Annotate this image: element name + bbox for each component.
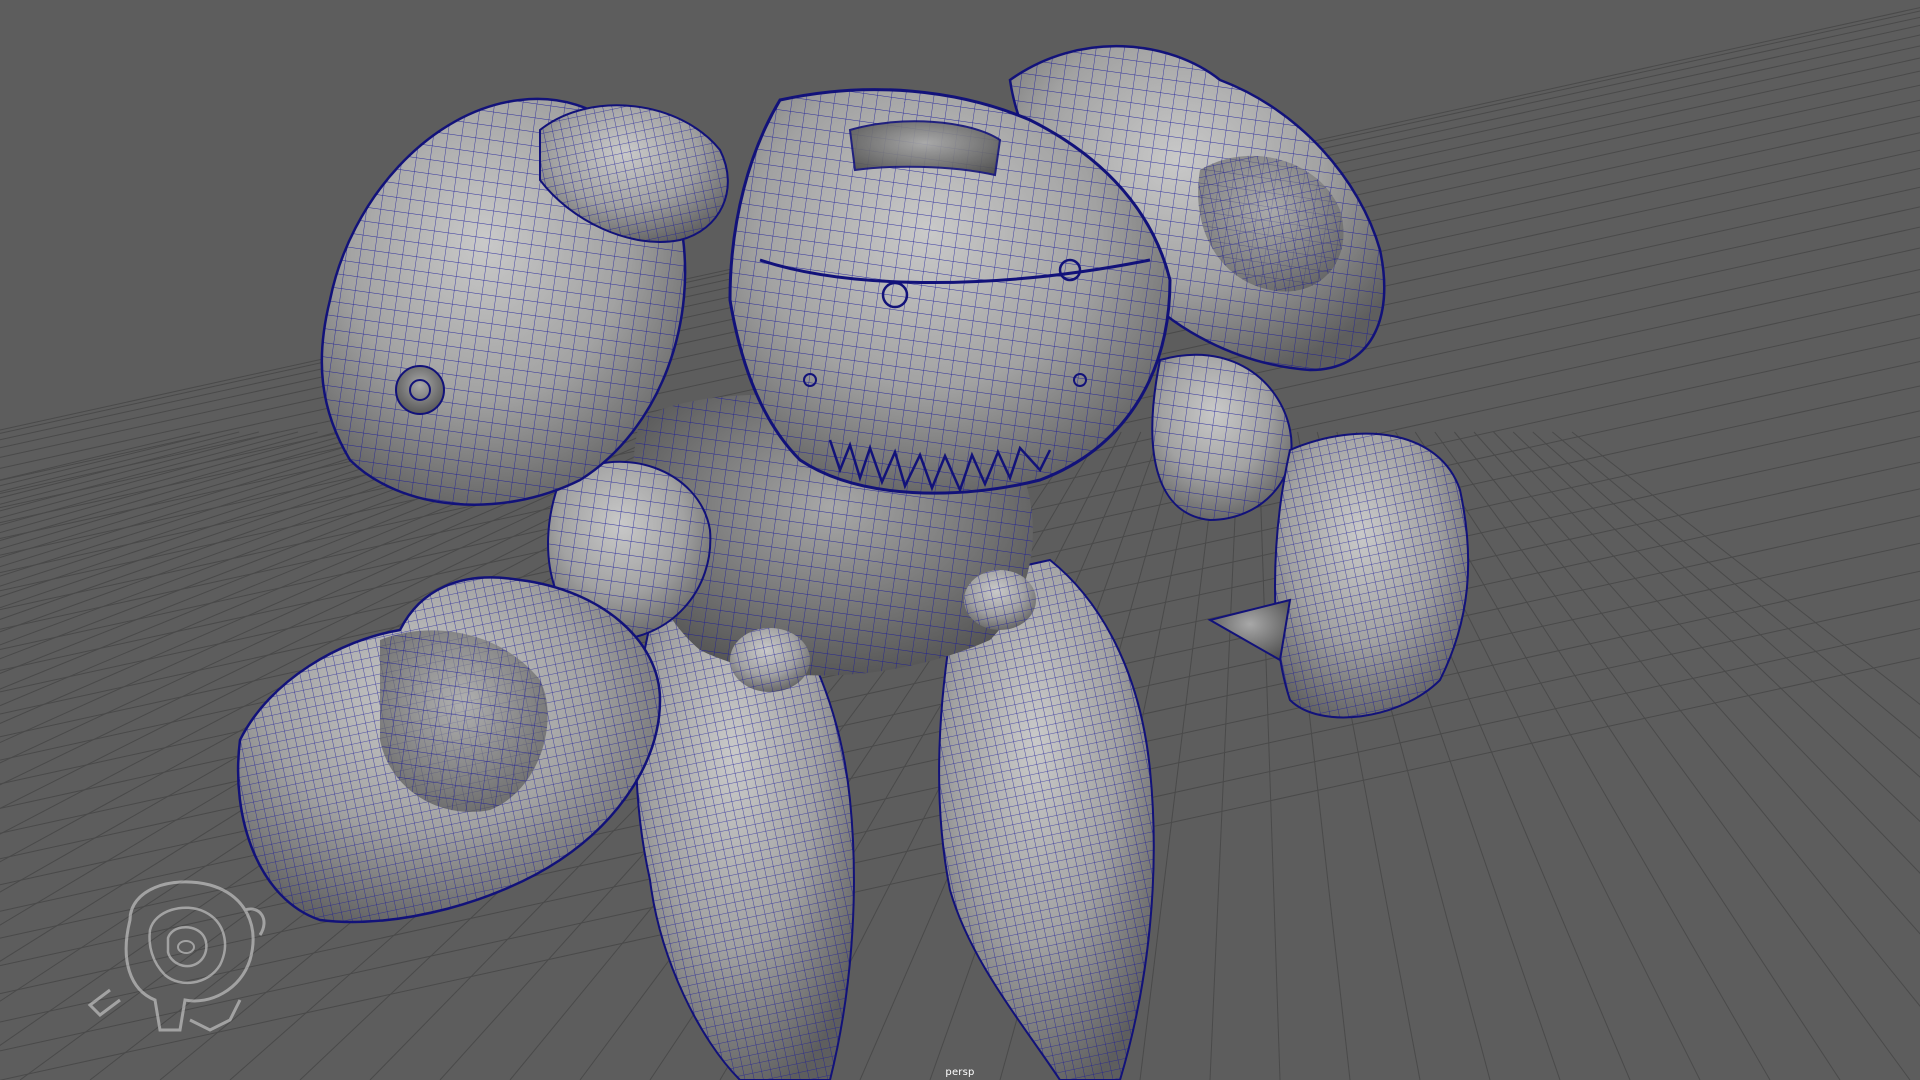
grid-line [1571, 431, 1920, 705]
grid-line [1434, 431, 1911, 1080]
grid-line [1493, 431, 1920, 874]
grid-line [1414, 431, 1841, 1080]
viewport-persp[interactable]: persp [0, 0, 1920, 1080]
watermark-logo-icon [87, 880, 266, 1032]
scene-canvas[interactable] [0, 0, 1920, 1080]
camera-name-label: persp [945, 1067, 975, 1078]
grid-line [1532, 431, 1920, 778]
mech-model[interactable] [236, 45, 1470, 1080]
grid-line [0, 431, 201, 481]
grid-line [1454, 431, 1920, 1007]
grid-line [1209, 431, 1240, 1080]
claw-left[interactable] [236, 576, 662, 924]
arm-right-upper[interactable] [1151, 353, 1293, 522]
